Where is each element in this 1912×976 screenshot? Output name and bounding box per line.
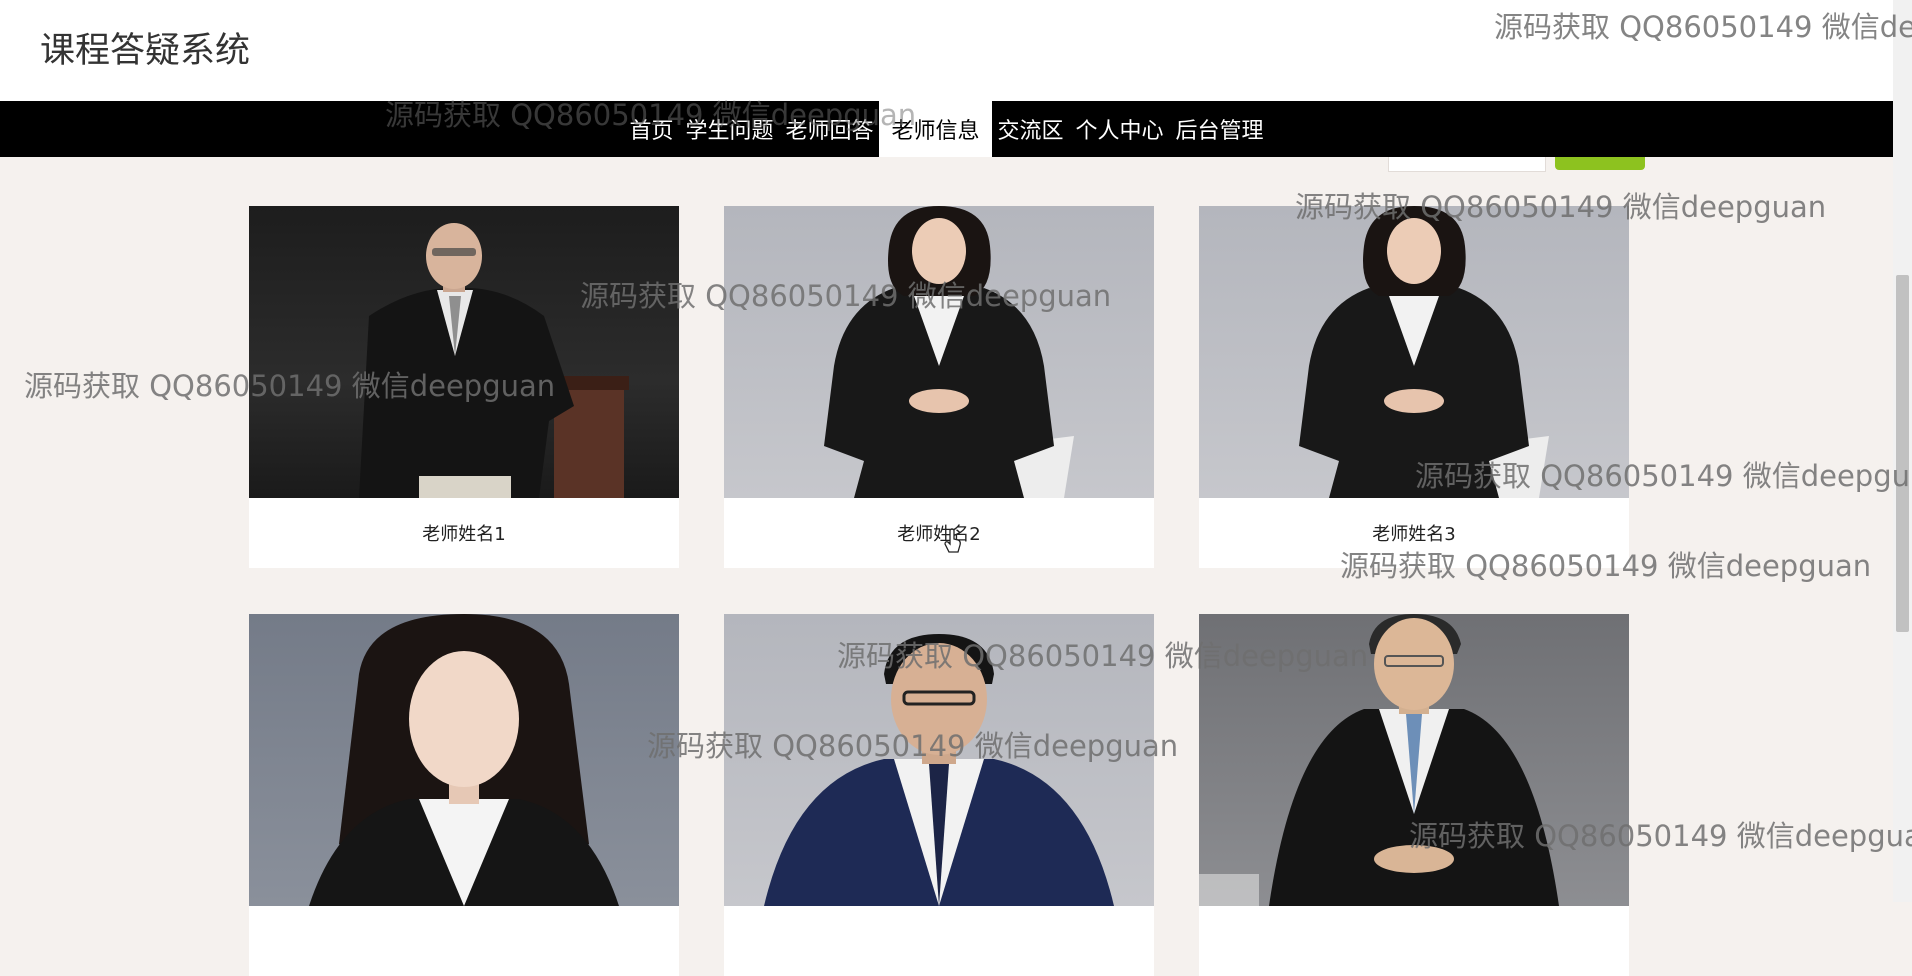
teacher-photo	[1199, 614, 1629, 906]
main-nav: 首页 学生问题 老师回答 老师信息 交流区 个人中心 后台管理	[0, 101, 1893, 157]
person-figure-icon	[824, 206, 1074, 498]
person-figure-icon	[309, 614, 619, 906]
teacher-card[interactable]	[724, 614, 1154, 976]
vertical-scrollbar[interactable]	[1893, 0, 1912, 902]
person-figure-icon	[359, 223, 629, 498]
person-figure-icon	[1199, 614, 1559, 906]
teacher-name: 老师姓名2	[897, 524, 981, 545]
teacher-photo	[724, 614, 1154, 906]
site-header: 课程答疑系统	[0, 0, 1893, 101]
person-figure-icon	[764, 634, 1114, 906]
search-input[interactable]	[1388, 157, 1546, 172]
teacher-card[interactable]: 老师姓名2	[724, 206, 1154, 568]
teacher-card[interactable]	[249, 614, 679, 976]
nav-item-personal-center[interactable]: 个人中心	[1070, 101, 1170, 157]
teacher-card[interactable]: 老师姓名3	[1199, 206, 1629, 568]
teacher-name: 老师姓名3	[1372, 524, 1456, 545]
scrollbar-thumb[interactable]	[1896, 275, 1909, 632]
teacher-grid: 老师姓名1 老师姓名2 老师姓名3	[249, 206, 1629, 976]
nav-item-teacher-answers[interactable]: 老师回答	[779, 101, 879, 157]
teacher-name	[724, 906, 1154, 976]
teacher-name: 老师姓名1	[422, 524, 506, 545]
hand-cursor-icon	[944, 528, 961, 553]
nav-item-admin[interactable]: 后台管理	[1170, 101, 1270, 157]
site-title: 课程答疑系统	[40, 31, 251, 71]
nav-item-forum[interactable]: 交流区	[992, 101, 1070, 157]
teacher-photo	[249, 614, 679, 906]
teacher-name	[249, 906, 679, 976]
teacher-card[interactable]: 老师姓名1	[249, 206, 679, 568]
person-figure-icon	[1299, 206, 1549, 498]
teacher-name	[1199, 906, 1629, 976]
search-button[interactable]	[1555, 157, 1645, 170]
nav-item-teacher-info[interactable]: 老师信息	[879, 101, 992, 157]
nav-item-home[interactable]: 首页	[623, 101, 679, 157]
teacher-photo	[1199, 206, 1629, 498]
teacher-card[interactable]	[1199, 614, 1629, 976]
nav-item-student-questions[interactable]: 学生问题	[679, 101, 779, 157]
teacher-photo	[724, 206, 1154, 498]
teacher-photo	[249, 206, 679, 498]
